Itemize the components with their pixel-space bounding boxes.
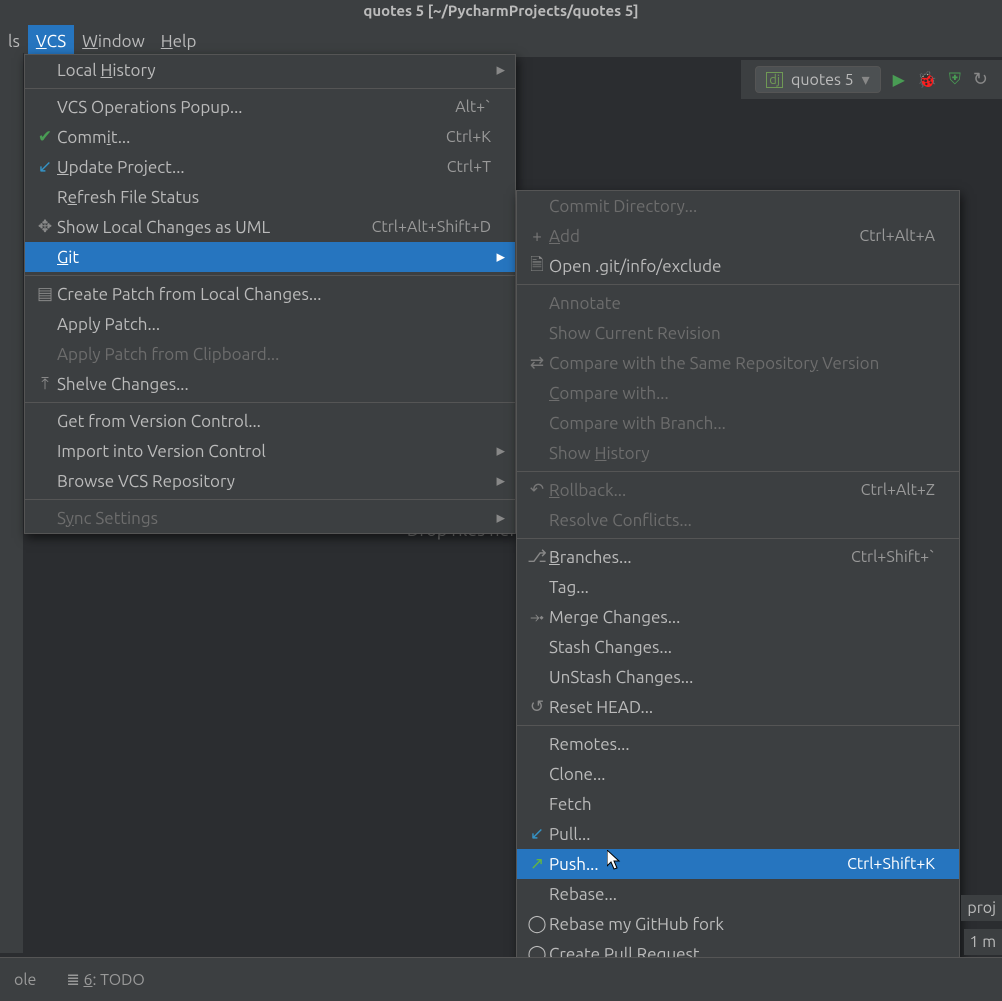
commit-checkmark-icon: ✔	[33, 127, 57, 147]
menuitem-pull[interactable]: ↙ Pull...	[517, 819, 959, 849]
menuitem-open-git-exclude[interactable]: 🗎 Open .git/info/exclude	[517, 251, 959, 281]
menuitem-compare-with-branch[interactable]: Compare with Branch...	[517, 408, 959, 438]
menuitem-unstash-changes[interactable]: UnStash Changes...	[517, 662, 959, 692]
menuitem-merge-changes[interactable]: ⤞ Merge Changes...	[517, 602, 959, 632]
menuitem-rollback[interactable]: ↶ Rollback...Rollback... Ctrl+Alt+Z	[517, 475, 959, 505]
menuitem-show-history[interactable]: Show HistoryShow History	[517, 438, 959, 468]
status-bar: ole ≣ 6: TODO6: TODO	[0, 957, 1002, 1001]
menuitem-annotate[interactable]: Annotate	[517, 288, 959, 318]
menuitem-push[interactable]: ↗ Push... Ctrl+Shift+K	[517, 849, 959, 879]
menuitem-vcs-ops-popup[interactable]: VCS Operations Popup... Alt+`	[25, 92, 515, 122]
menuitem-clone[interactable]: Clone...	[517, 759, 959, 789]
menuitem-rebase[interactable]: Rebase...	[517, 879, 959, 909]
submenu-arrow-icon: ▸	[491, 471, 505, 491]
menuitem-browse-vcs[interactable]: Browse VCS Repository ▸	[25, 466, 515, 496]
run-toolbar: dj quotes 5 ▾ ▶ 🐞 ⛨ ↻	[741, 60, 1002, 99]
menuitem-show-current-revision[interactable]: Show Current Revision	[517, 318, 959, 348]
patch-icon: ▤	[33, 284, 57, 304]
menuitem-commit-directory[interactable]: Commit Directory...	[517, 191, 959, 221]
right-sidebar-label[interactable]: proj	[961, 895, 1002, 921]
main-menu-bar: ls VVCSCS WindowWindow HelpHelp	[0, 25, 1002, 57]
menuitem-update-project[interactable]: ↙ Update Project...Update Project... Ctr…	[25, 152, 515, 182]
menuitem-fetch[interactable]: Fetch	[517, 789, 959, 819]
vcs-dropdown-menu: Local HistoryLocal History ▸ VCS Operati…	[24, 54, 516, 534]
menuitem-reset-head[interactable]: ↺ Reset HEAD...	[517, 692, 959, 722]
menuitem-show-local-uml[interactable]: ✥ Show Local Changes as UML Ctrl+Alt+Shi…	[25, 212, 515, 242]
uml-icon: ✥	[33, 217, 57, 237]
submenu-arrow-icon: ▸	[491, 508, 505, 528]
run-config-name: quotes 5	[791, 71, 854, 89]
file-icon: 🗎	[525, 252, 549, 281]
menuitem-commit[interactable]: ✔ Commit...Commit... Ctrl+K	[25, 122, 515, 152]
rollback-icon: ↶	[525, 480, 549, 500]
menuitem-apply-patch[interactable]: Apply Patch...	[25, 309, 515, 339]
menuitem-tag[interactable]: Tag...	[517, 572, 959, 602]
menuitem-stash-changes[interactable]: Stash Changes...	[517, 632, 959, 662]
menuitem-refresh-file-status[interactable]: Refresh File StatusRefresh File Status	[25, 182, 515, 212]
update-arrow-icon: ↙	[33, 157, 57, 177]
submenu-arrow-icon: ▸	[491, 60, 505, 80]
menuitem-import-into-vc[interactable]: Import into Version Control ▸	[25, 436, 515, 466]
run-config-selector[interactable]: dj quotes 5 ▾	[755, 66, 880, 93]
pull-arrow-icon: ↙	[525, 824, 549, 844]
shelve-icon: ⤒	[33, 374, 57, 394]
menuitem-local-history[interactable]: Local HistoryLocal History ▸	[25, 55, 515, 85]
django-icon: dj	[766, 72, 783, 88]
menu-vcs[interactable]: VVCSCS	[28, 25, 74, 57]
right-counter-label: 1 m	[964, 929, 1002, 955]
branch-icon: ⎇	[525, 547, 549, 567]
run-icon[interactable]: ▶	[893, 70, 905, 89]
push-arrow-icon: ↗	[525, 854, 549, 874]
menuitem-apply-patch-clipboard[interactable]: Apply Patch from Clipboard...	[25, 339, 515, 369]
merge-icon: ⤞	[525, 607, 549, 627]
github-icon: ◯	[525, 914, 549, 934]
menuitem-compare-same-repo[interactable]: ⇄ Compare with the Same Repository Versi…	[517, 348, 959, 378]
git-submenu: Commit Directory... + AddAdd Ctrl+Alt+A …	[516, 190, 960, 1000]
plus-icon: +	[525, 227, 549, 246]
left-tool-gutter	[0, 53, 24, 953]
status-todo[interactable]: ≣ 6: TODO6: TODO	[66, 970, 144, 989]
menuitem-shelve-changes[interactable]: ⤒ Shelve Changes...	[25, 369, 515, 399]
update-icon[interactable]: ↻	[973, 69, 988, 90]
menuitem-add[interactable]: + AddAdd Ctrl+Alt+A	[517, 221, 959, 251]
chevron-down-icon: ▾	[862, 70, 870, 89]
status-console[interactable]: ole	[14, 971, 36, 989]
menu-help[interactable]: HelpHelp	[153, 25, 205, 57]
submenu-arrow-icon: ▸	[491, 247, 505, 267]
menuitem-create-patch[interactable]: ▤ Create Patch from Local Changes...	[25, 279, 515, 309]
window-title: quotes 5 [~/PycharmProjects/quotes 5]	[0, 0, 1002, 25]
menuitem-sync-settings[interactable]: Sync SettingsSync Settings ▸	[25, 503, 515, 533]
menuitem-compare-with[interactable]: Compare with...Compare with...	[517, 378, 959, 408]
menuitem-branches[interactable]: ⎇ Branches...Branches... Ctrl+Shift+`	[517, 542, 959, 572]
menuitem-rebase-github-fork[interactable]: ◯ Rebase my GitHub fork	[517, 909, 959, 939]
submenu-arrow-icon: ▸	[491, 441, 505, 461]
menuitem-remotes[interactable]: Remotes...	[517, 729, 959, 759]
reset-icon: ↺	[525, 697, 549, 717]
menu-window[interactable]: WindowWindow	[74, 25, 153, 57]
compare-icon: ⇄	[525, 353, 549, 373]
coverage-icon[interactable]: ⛨	[949, 70, 961, 89]
menuitem-git[interactable]: GitGit ▸	[25, 242, 515, 272]
debug-icon[interactable]: 🐞	[917, 70, 937, 89]
menuitem-resolve-conflicts[interactable]: Resolve Conflicts...	[517, 505, 959, 535]
menuitem-get-from-vc[interactable]: Get from Version Control...	[25, 406, 515, 436]
